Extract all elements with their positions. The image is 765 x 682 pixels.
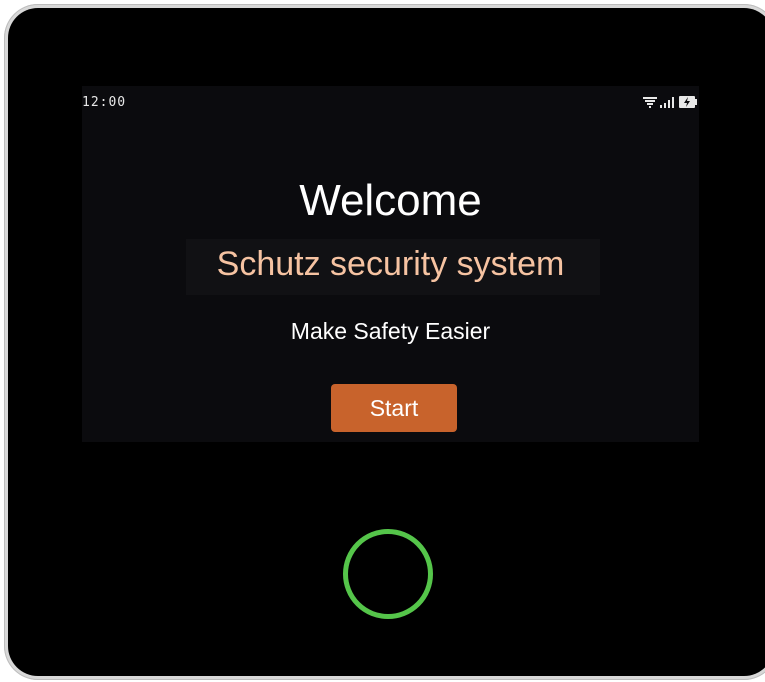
signal-icon	[660, 97, 676, 108]
brand-name: Schutz security system	[216, 245, 565, 283]
status-time: 12:00	[82, 95, 127, 110]
wifi-icon	[643, 97, 657, 108]
battery-charging-icon	[679, 96, 697, 108]
status-icons	[643, 96, 697, 108]
welcome-title: Welcome	[299, 176, 482, 225]
screen: 12:00 Welcome Schutz security system Mak…	[82, 86, 699, 442]
home-ring-button[interactable]	[343, 529, 433, 619]
tagline: Make Safety Easier	[290, 318, 491, 344]
start-button[interactable]: Start	[331, 384, 457, 432]
